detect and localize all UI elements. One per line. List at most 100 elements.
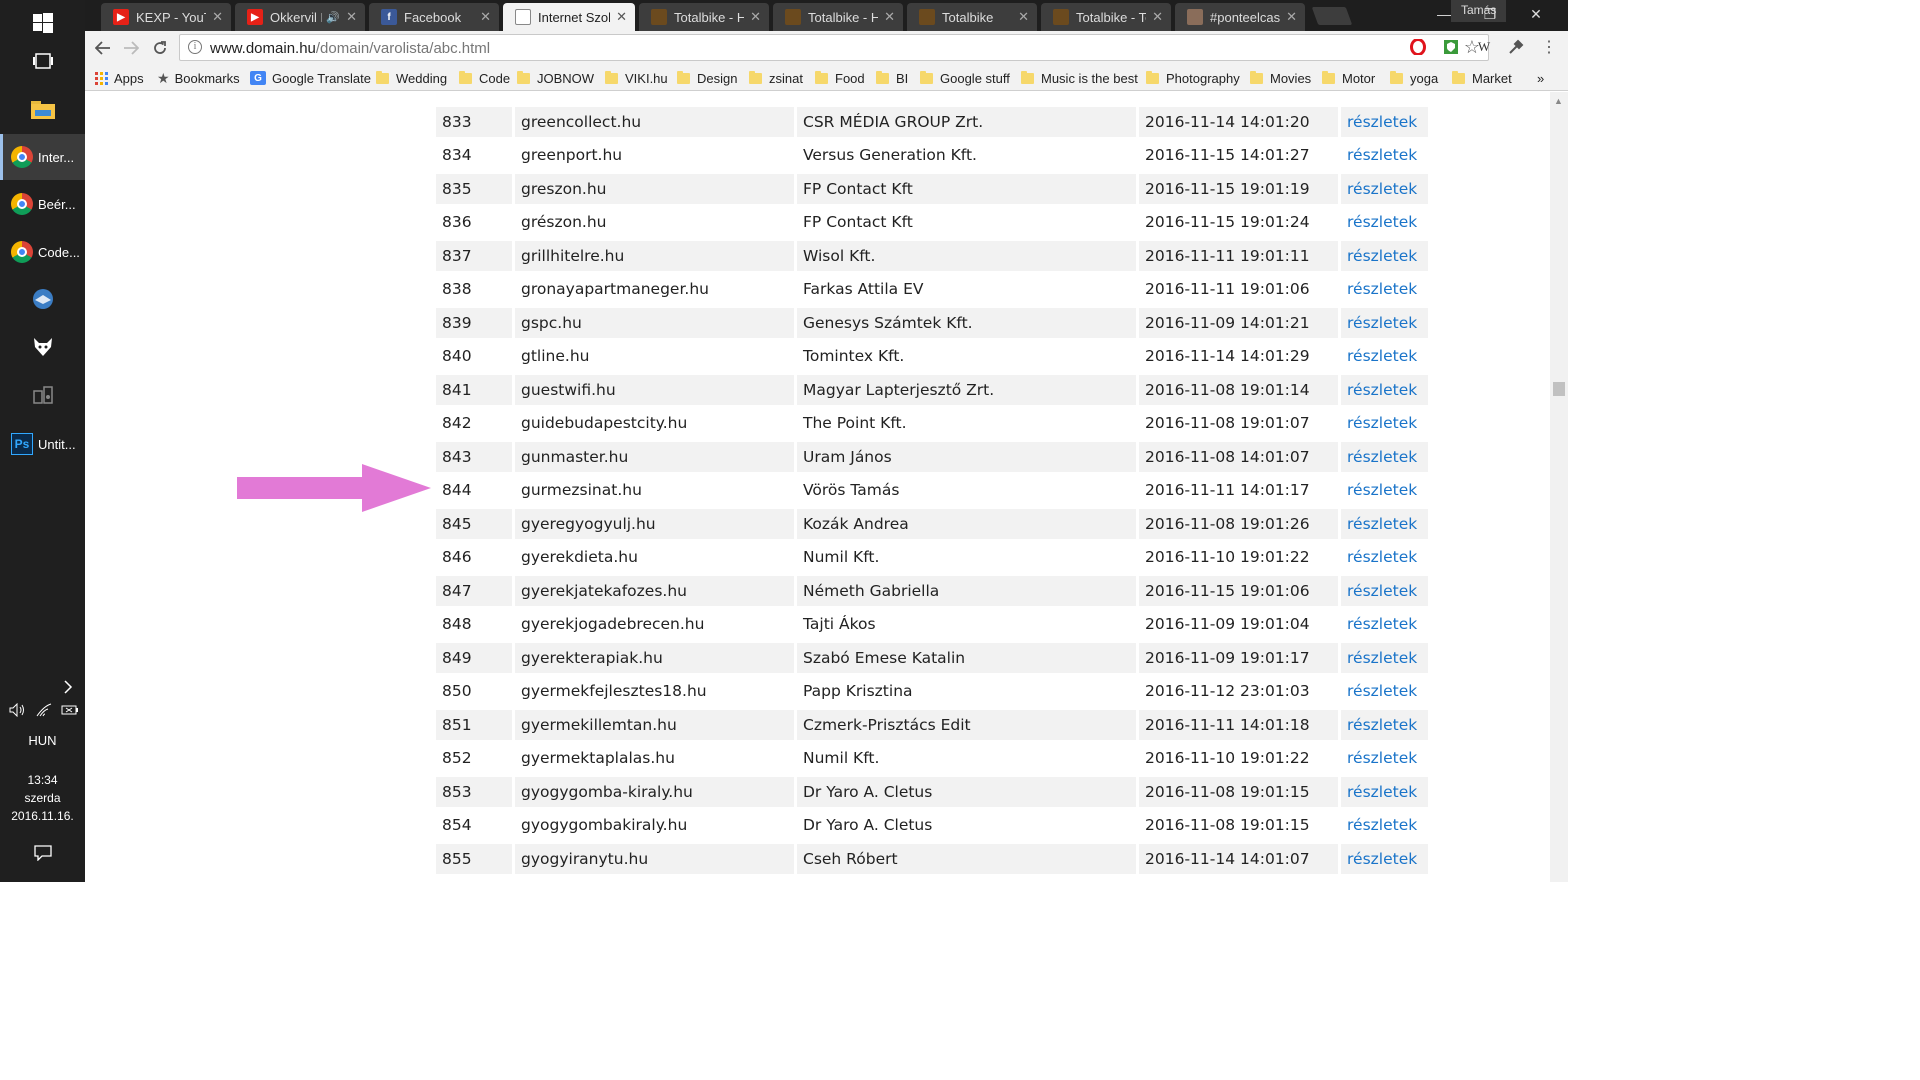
bookmark-bookmarks[interactable]: ★ Bookmarks <box>157 68 240 88</box>
taskbar-app-photoshop[interactable]: Ps Untit... <box>0 421 85 467</box>
eyedropper-extension-icon[interactable] <box>1507 38 1525 56</box>
menu-kebab-icon[interactable]: ⋮ <box>1540 38 1558 56</box>
details-link[interactable]: részletek <box>1341 441 1428 472</box>
wifi-icon[interactable] <box>35 703 53 722</box>
scrollbar-thumb[interactable] <box>1553 382 1565 396</box>
tab-facebook[interactable]: f Facebook ✕ <box>369 3 499 31</box>
foxit-icon[interactable] <box>0 324 85 370</box>
close-icon[interactable]: ✕ <box>1018 9 1029 25</box>
details-link[interactable]: részletek <box>1341 240 1428 271</box>
scroll-up-arrow-icon[interactable]: ▲ <box>1554 96 1563 106</box>
bookmark-folder-food[interactable]: Food <box>815 68 865 88</box>
details-link[interactable]: részletek <box>1341 843 1428 874</box>
speaker-app-icon[interactable] <box>0 372 85 418</box>
tab-totalbike-2[interactable]: Totalbike - H ✕ <box>773 3 903 31</box>
bookmark-folder-code[interactable]: Code <box>459 68 510 88</box>
details-link[interactable]: részletek <box>1341 676 1428 707</box>
tab-totalbike-3[interactable]: Totalbike ✕ <box>907 3 1037 31</box>
details-link[interactable]: részletek <box>1341 810 1428 841</box>
close-icon[interactable]: ✕ <box>346 9 357 25</box>
file-explorer-icon[interactable] <box>0 86 85 132</box>
close-icon[interactable]: ✕ <box>212 9 223 25</box>
thunderbird-icon[interactable] <box>0 276 85 322</box>
bookmark-folder-bi[interactable]: BI <box>876 68 908 88</box>
close-icon[interactable]: ✕ <box>884 9 895 25</box>
details-link[interactable]: részletek <box>1341 776 1428 807</box>
details-link[interactable]: részletek <box>1341 475 1428 506</box>
bookmark-folder-photography[interactable]: Photography <box>1146 68 1240 88</box>
close-icon[interactable]: ✕ <box>1152 9 1163 25</box>
page-info-icon[interactable]: i <box>188 40 202 54</box>
bookmark-folder-market[interactable]: Market <box>1452 68 1512 88</box>
vertical-scrollbar[interactable]: ▲ <box>1550 92 1568 882</box>
close-icon[interactable]: ✕ <box>1286 9 1297 25</box>
bookmark-label: BI <box>896 70 909 86</box>
details-link[interactable]: részletek <box>1341 542 1428 573</box>
details-link[interactable]: részletek <box>1341 140 1428 171</box>
taskbar-app-chrome-beer[interactable]: Beér... <box>0 181 85 227</box>
details-link[interactable]: részletek <box>1341 642 1428 673</box>
details-link[interactable]: részletek <box>1341 709 1428 740</box>
tab-totalbike-4[interactable]: Totalbike - Te ✕ <box>1041 3 1171 31</box>
tab-totalbike-1[interactable]: Totalbike - H ✕ <box>639 3 769 31</box>
bookmark-folder-movies[interactable]: Movies <box>1250 68 1311 88</box>
details-link[interactable]: részletek <box>1341 508 1428 539</box>
details-link[interactable]: részletek <box>1341 173 1428 204</box>
task-view-icon[interactable] <box>0 38 85 84</box>
details-link[interactable]: részletek <box>1341 307 1428 338</box>
address-bar[interactable]: i www.domain.hu/domain/varolista/abc.htm… <box>179 34 1489 61</box>
bookmark-folder-yoga[interactable]: yoga <box>1390 68 1438 88</box>
maximize-icon[interactable]: ❐ <box>1467 0 1513 28</box>
registration-date: 2016-11-09 19:01:17 <box>1139 642 1338 673</box>
bookmark-folder-wedding[interactable]: Wedding <box>376 68 447 88</box>
tab-internet-szolg[interactable]: Internet Szolg ✕ <box>503 3 635 31</box>
clock-date[interactable]: 2016.11.16. <box>0 807 85 825</box>
url-text[interactable]: www.domain.hu/domain/varolista/abc.html <box>210 40 490 57</box>
taskbar-app-chrome-code[interactable]: Code... <box>0 229 85 275</box>
details-link[interactable]: részletek <box>1341 609 1428 640</box>
window-close-icon[interactable]: ✕ <box>1513 0 1559 28</box>
details-link[interactable]: részletek <box>1341 207 1428 238</box>
details-link[interactable]: részletek <box>1341 743 1428 774</box>
details-link[interactable]: részletek <box>1341 408 1428 439</box>
bookmark-folder-jobnow[interactable]: JOBNOW <box>517 68 594 88</box>
action-center-icon[interactable] <box>0 830 85 876</box>
bookmarks-bar: Apps ★ Bookmarks G Google Translate Wedd… <box>85 64 1568 91</box>
tab-okkervil[interactable]: ▶ Okkervil R 🔊 ✕ <box>235 3 365 31</box>
details-link[interactable]: részletek <box>1341 575 1428 606</box>
clock-time[interactable]: 13:34 <box>0 771 85 789</box>
tab-kexp[interactable]: ▶ KEXP - YouTu ✕ <box>101 3 231 31</box>
clock-weekday[interactable]: szerda <box>0 789 85 807</box>
bookmark-folder-motor[interactable]: Motor <box>1322 68 1375 88</box>
details-link[interactable]: részletek <box>1341 341 1428 372</box>
registration-date: 2016-11-15 19:01:06 <box>1139 575 1338 606</box>
close-icon[interactable]: ✕ <box>616 9 627 25</box>
bookmarks-overflow-button[interactable]: » <box>1537 68 1544 88</box>
forward-arrow-icon[interactable] <box>119 36 143 60</box>
opera-extension-icon[interactable] <box>1409 38 1427 56</box>
bookmark-folder-music[interactable]: Music is the best <box>1021 68 1138 88</box>
back-arrow-icon[interactable] <box>91 36 115 60</box>
shield-extension-icon[interactable] <box>1442 38 1460 56</box>
minimize-icon[interactable]: — <box>1421 0 1467 28</box>
new-tab-button[interactable] <box>1311 7 1353 25</box>
bookmark-folder-zsinat[interactable]: zsinat <box>749 68 803 88</box>
taskbar-app-chrome-internet[interactable]: Inter... <box>0 134 85 180</box>
details-link[interactable]: részletek <box>1341 106 1428 137</box>
bookmark-folder-google-stuff[interactable]: Google stuff <box>920 68 1010 88</box>
close-icon[interactable]: ✕ <box>480 9 491 25</box>
bookmark-apps[interactable]: Apps <box>95 68 144 88</box>
tab-ponteelcasc[interactable]: #ponteelcasc ✕ <box>1175 3 1305 31</box>
close-icon[interactable]: ✕ <box>750 9 761 25</box>
audio-playing-icon[interactable]: 🔊 <box>326 11 340 24</box>
reload-icon[interactable] <box>148 36 172 60</box>
input-language[interactable]: HUN <box>0 732 85 750</box>
bookmark-google-translate[interactable]: G Google Translate <box>250 68 371 88</box>
details-link[interactable]: részletek <box>1341 274 1428 305</box>
volume-icon[interactable] <box>9 702 27 722</box>
bookmark-folder-design[interactable]: Design <box>677 68 737 88</box>
bookmark-folder-viki[interactable]: VIKI.hu <box>605 68 668 88</box>
details-link[interactable]: részletek <box>1341 374 1428 405</box>
battery-icon[interactable] <box>61 703 79 722</box>
wikipedia-extension-icon[interactable]: W <box>1475 38 1493 56</box>
